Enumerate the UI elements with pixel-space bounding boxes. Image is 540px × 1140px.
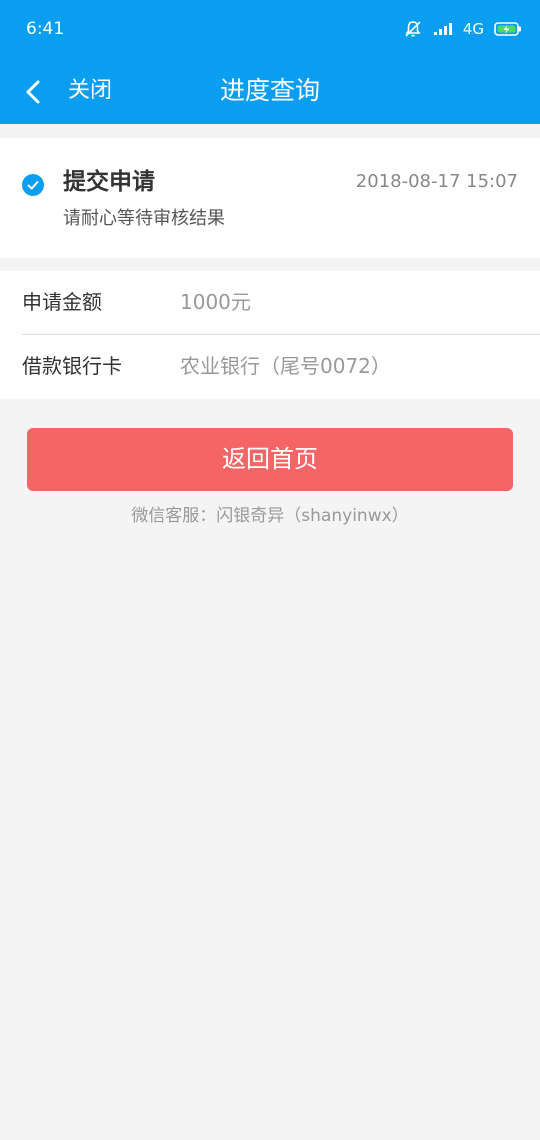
battery-icon <box>494 22 521 36</box>
info-row-bank-card: 借款银行卡 农业银行（尾号0072） <box>0 335 540 399</box>
signal-icon <box>433 23 452 35</box>
page-title: 进度查询 <box>219 76 320 105</box>
loan-info: 申请金额 1000元 借款银行卡 农业银行（尾号0072） <box>0 271 540 399</box>
step-time: 2018-08-17 15:07 <box>355 171 518 192</box>
mute-bell-icon <box>405 21 421 37</box>
progress-card: 提交申请 2018-08-17 15:07 请耐心等待审核结果 <box>0 138 540 258</box>
wechat-service-text: 微信客服：闪银奇异（shanyinwx） <box>131 506 409 526</box>
return-home-button[interactable]: 返回首页 <box>27 428 513 491</box>
amount-label: 申请金额 <box>22 290 102 314</box>
status-icons: 4G <box>403 18 522 40</box>
bank-card-label: 借款银行卡 <box>22 354 122 378</box>
check-circle-icon <box>22 174 44 196</box>
info-row-amount: 申请金额 1000元 <box>0 271 540 335</box>
status-time: 6:41 <box>26 19 65 39</box>
nav-bar: 关闭 进度查询 <box>0 60 540 124</box>
amount-value: 1000元 <box>180 290 251 314</box>
status-bar: 6:41 4G <box>0 0 540 60</box>
network-type: 4G <box>462 20 484 38</box>
step-title: 提交申请 <box>63 169 155 195</box>
step-description: 请耐心等待审核结果 <box>63 208 225 229</box>
bank-card-value: 农业银行（尾号0072） <box>180 354 391 378</box>
app-header: 6:41 4G 关闭 进度查询 <box>0 0 540 124</box>
